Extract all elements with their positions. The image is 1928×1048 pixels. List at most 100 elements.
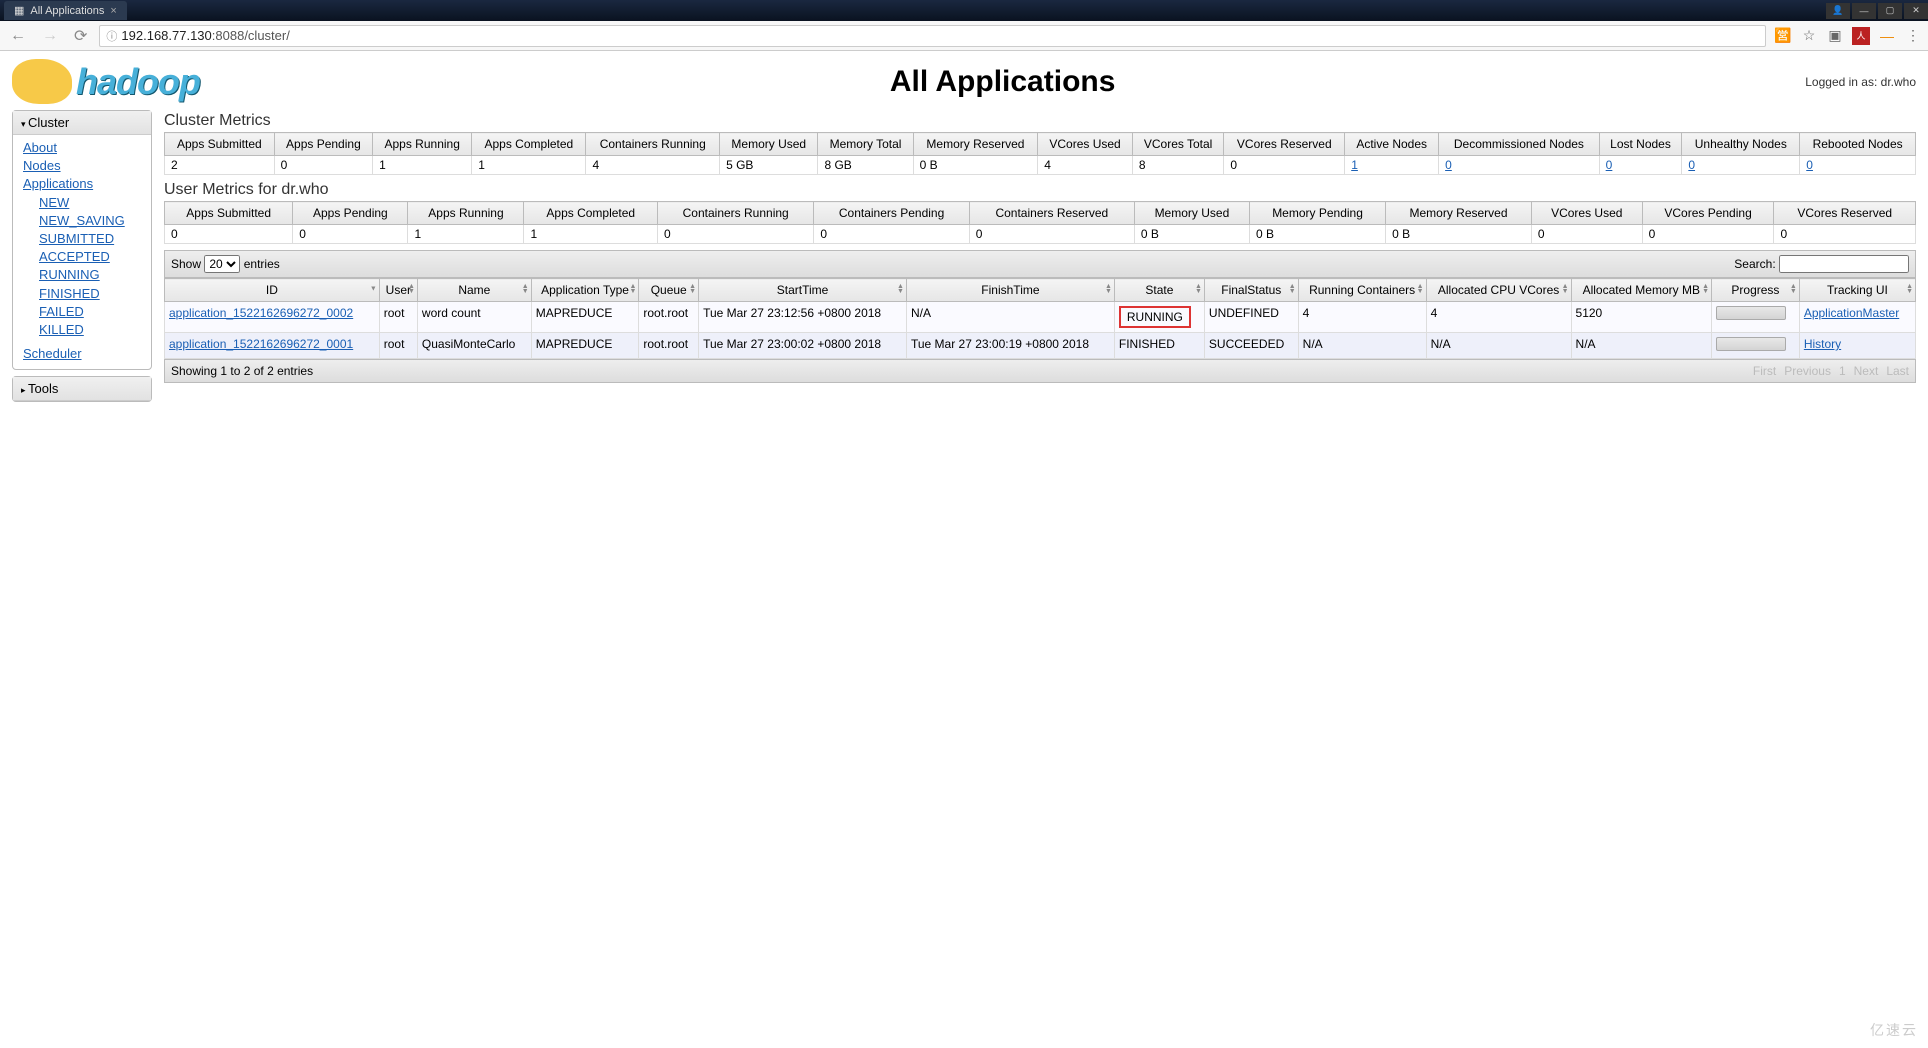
app-id-link[interactable]: application_1522162696272_0002 [169,306,353,320]
sidebar-panel-tools[interactable]: Tools [13,377,151,401]
metric-value: 0 B [913,156,1038,175]
sidebar-link-nodes[interactable]: Nodes [23,157,143,175]
metric-value: 1 [472,156,586,175]
cell: FINISHED [1114,333,1204,359]
url-bar[interactable]: ⓘ 192.168.77.130:8088/cluster/ [99,25,1766,47]
search-input[interactable] [1779,255,1909,273]
metric-value: 0 [1599,156,1682,175]
sidebar-link-state-failed[interactable]: FAILED [39,303,143,321]
sidebar-link-state-submitted[interactable]: SUBMITTED [39,230,143,248]
cluster-metrics-table: Apps SubmittedApps PendingApps RunningAp… [164,132,1916,175]
metric-value: 0 [1682,156,1800,175]
menu-icon[interactable]: ⋮ [1904,27,1922,45]
info-icon[interactable]: ⓘ [106,28,117,44]
sidebar-link-state-killed[interactable]: KILLED [39,321,143,339]
table-footer: Showing 1 to 2 of 2 entries First Previou… [164,359,1916,383]
cell: 5120 [1571,302,1711,333]
extension2-icon[interactable]: — [1878,27,1896,45]
user-metrics-table: Apps SubmittedApps PendingApps RunningAp… [164,201,1916,244]
column-header[interactable]: Name▲▼ [417,279,531,302]
column-header[interactable]: FinalStatus▲▼ [1204,279,1298,302]
reload-button[interactable]: ⟳ [70,26,91,46]
sidebar-panel-cluster[interactable]: Cluster [13,111,151,135]
sidebar-link-state-finished[interactable]: FINISHED [39,285,143,303]
column-header[interactable]: Application Type▲▼ [531,279,639,302]
pager-last[interactable]: Last [1886,364,1909,378]
pager-next[interactable]: Next [1854,364,1879,378]
close-window-button[interactable]: ✕ [1904,3,1928,19]
sidebar-link-state-new[interactable]: NEW [39,194,143,212]
column-header[interactable]: Progress▲▼ [1712,279,1800,302]
sidebar-link-about[interactable]: About [23,139,143,157]
metric-header: Apps Pending [293,202,408,225]
back-button[interactable]: ← [6,27,30,45]
metric-header: VCores Total [1132,133,1223,156]
metric-header: Containers Pending [814,202,969,225]
state-running-highlight: RUNNING [1119,306,1191,328]
progress-bar [1716,306,1786,320]
sidebar-link-applications[interactable]: Applications [23,175,143,193]
cell: word count [417,302,531,333]
column-header[interactable]: Allocated CPU VCores▲▼ [1426,279,1571,302]
forward-button[interactable]: → [38,27,62,45]
column-header[interactable]: Queue▲▼ [639,279,699,302]
app-id-link[interactable]: application_1522162696272_0001 [169,337,353,351]
cell: ApplicationMaster [1799,302,1915,333]
metric-link[interactable]: 0 [1688,158,1695,172]
close-icon[interactable]: × [110,5,116,17]
column-header[interactable]: Running Containers▲▼ [1298,279,1426,302]
bookmark-icon[interactable]: ☆ [1800,27,1818,45]
pager-previous[interactable]: Previous [1784,364,1831,378]
minimize-button[interactable]: — [1852,3,1876,19]
column-header[interactable]: FinishTime▲▼ [906,279,1114,302]
pdf-icon[interactable]: 人 [1852,27,1870,45]
tracking-link[interactable]: ApplicationMaster [1804,306,1899,320]
metric-link[interactable]: 1 [1351,158,1358,172]
metric-value: 1 [408,225,524,244]
cell: root.root [639,302,699,333]
sidebar-link-state-new_saving[interactable]: NEW_SAVING [39,212,143,230]
page-size-select[interactable]: 20 [204,255,240,273]
maximize-button[interactable]: ▢ [1878,3,1902,19]
sidebar: Cluster About Nodes Applications NEWNEW_… [12,110,152,408]
column-header[interactable]: User▲▼ [379,279,417,302]
cell: MAPREDUCE [531,333,639,359]
sidebar-link-scheduler[interactable]: Scheduler [23,345,143,363]
applications-table: ID▼User▲▼Name▲▼Application Type▲▼Queue▲▼… [164,278,1916,359]
column-header[interactable]: Tracking UI▲▼ [1799,279,1915,302]
window-controls: 👤 — ▢ ✕ [1826,3,1928,19]
metric-link[interactable]: 0 [1806,158,1813,172]
user-icon[interactable]: 👤 [1826,3,1850,19]
column-header[interactable]: Allocated Memory MB▲▼ [1571,279,1711,302]
main-content: Cluster Metrics Apps SubmittedApps Pendi… [164,110,1916,408]
column-header[interactable]: StartTime▲▼ [699,279,907,302]
metric-value: 0 [814,225,969,244]
metric-link[interactable]: 0 [1606,158,1613,172]
pager-1[interactable]: 1 [1839,364,1846,378]
pager-first[interactable]: First [1753,364,1776,378]
cluster-metrics-title: Cluster Metrics [164,112,1916,130]
footer-info: Showing 1 to 2 of 2 entries [171,364,313,378]
cell: N/A [1571,333,1711,359]
cell: application_1522162696272_0002 [165,302,380,333]
translate-icon[interactable]: 🈺 [1774,27,1792,45]
sidebar-link-state-running[interactable]: RUNNING [39,266,143,284]
metric-header: VCores Pending [1642,202,1774,225]
tracking-link[interactable]: History [1804,337,1841,351]
elephant-icon [12,59,72,104]
column-header[interactable]: ID▼ [165,279,380,302]
metric-header: Memory Pending [1249,202,1385,225]
search-label: Search: [1734,257,1775,271]
metric-header: Decommissioned Nodes [1439,133,1600,156]
column-header[interactable]: State▲▼ [1114,279,1204,302]
url-path: :8088/cluster/ [212,28,290,43]
hadoop-logo[interactable]: hadoop [12,59,200,104]
metric-value: 0 B [1134,225,1249,244]
sidebar-link-state-accepted[interactable]: ACCEPTED [39,248,143,266]
metric-header: Containers Reserved [969,202,1134,225]
browser-tab[interactable]: ▦ All Applications × [4,1,127,20]
cell: QuasiMonteCarlo [417,333,531,359]
extension-icon[interactable]: ▣ [1826,27,1844,45]
metric-link[interactable]: 0 [1445,158,1452,172]
show-label: Show [171,257,201,271]
